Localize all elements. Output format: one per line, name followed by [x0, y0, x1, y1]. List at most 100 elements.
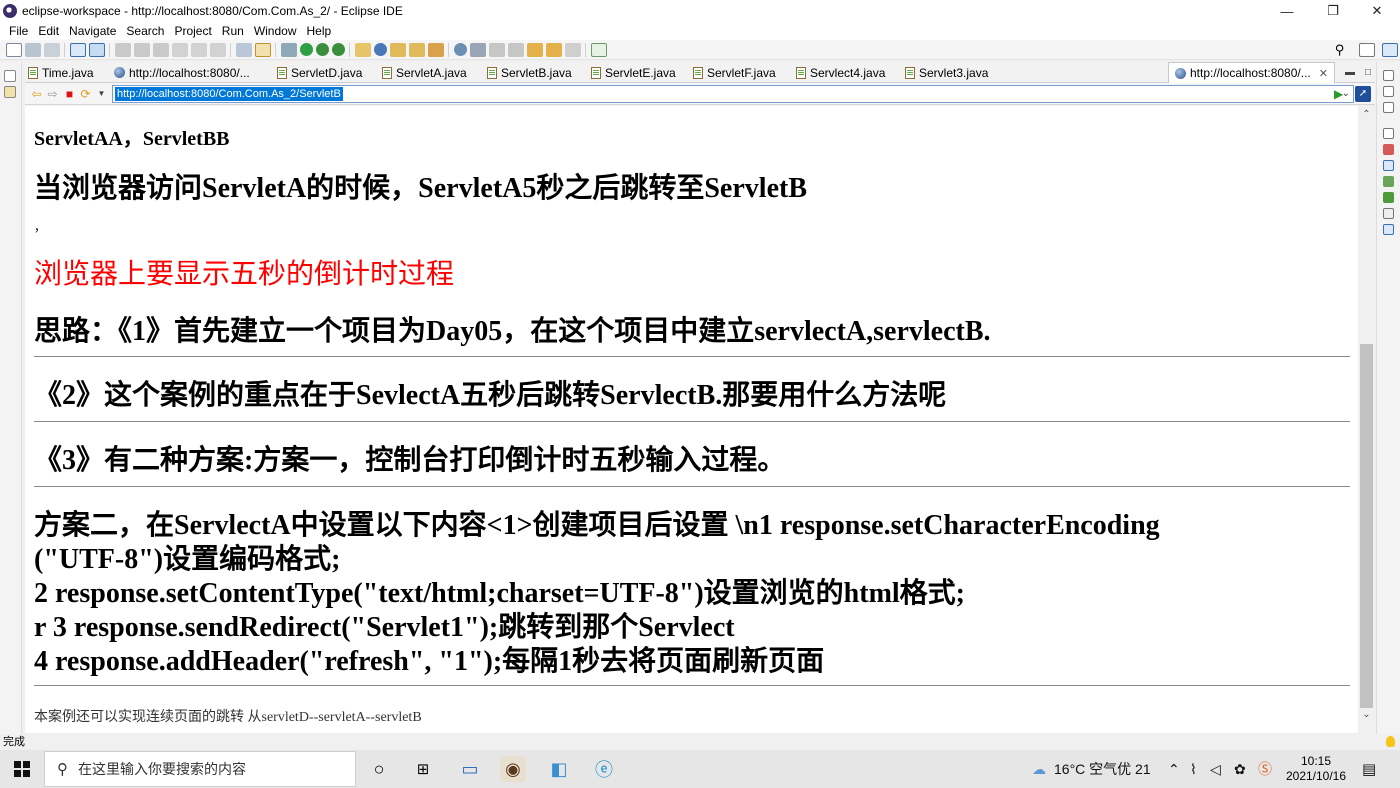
tab-servletf-java[interactable]: ServletF.java	[693, 62, 776, 83]
taskbar-search-input[interactable]: ⚲ 在这里输入你要搜索的内容	[44, 751, 356, 787]
task-view-icon[interactable]: ⊞	[410, 756, 436, 782]
tab-localhost-1[interactable]: http://localhost:8080/...	[114, 62, 250, 83]
open-type-icon[interactable]	[389, 42, 406, 57]
back-arrow-icon[interactable]: ⇦	[30, 88, 43, 100]
start-button[interactable]	[0, 750, 44, 788]
pin-editor-icon[interactable]	[469, 42, 486, 57]
coverage-icon[interactable]	[315, 43, 329, 56]
new-package-icon[interactable]	[354, 42, 371, 57]
tray-expand-icon[interactable]: ⌃	[1168, 750, 1180, 788]
save-all-icon[interactable]	[43, 42, 60, 57]
snippets-icon[interactable]	[1383, 208, 1394, 219]
system-clock[interactable]: 10:15 2021/10/16	[1276, 754, 1356, 784]
weather-widget[interactable]: ☁ 16°C 空气优 21	[1032, 750, 1151, 788]
debug-config-icon[interactable]	[280, 42, 297, 57]
open-task-icon[interactable]	[408, 42, 425, 57]
open-perspective-icon[interactable]	[1358, 43, 1375, 57]
package-explorer-icon[interactable]	[4, 86, 16, 98]
menu-edit[interactable]: Edit	[33, 24, 64, 38]
menu-search[interactable]: Search	[121, 24, 169, 38]
history-dropdown-icon[interactable]: ▼	[95, 88, 108, 100]
last-edit-location-icon[interactable]	[526, 42, 543, 57]
outline-view-icon[interactable]	[1383, 86, 1394, 97]
tab-servletb-java[interactable]: ServletB.java	[487, 62, 572, 83]
step-over-icon[interactable]	[190, 42, 207, 57]
task-list-icon[interactable]	[1383, 102, 1394, 113]
tab-servletd-java[interactable]: ServletD.java	[277, 62, 362, 83]
maximize-editor-icon[interactable]: □	[1361, 65, 1375, 79]
forward-arrow-icon[interactable]: ⇨	[46, 88, 59, 100]
toggle-mark-icon[interactable]	[254, 42, 271, 57]
menu-navigate[interactable]: Navigate	[64, 24, 121, 38]
skip-breakpoints-icon[interactable]	[88, 42, 105, 57]
vertical-scrollbar[interactable]: ⌃ ⌄	[1358, 106, 1375, 733]
scroll-down-icon[interactable]: ⌄	[1358, 706, 1375, 723]
save-icon[interactable]	[24, 42, 41, 57]
refresh-icon[interactable]: ⟳	[79, 88, 92, 100]
network-icon[interactable]: ⌇	[1190, 750, 1197, 788]
tab-localhost-active[interactable]: http://localhost:8080/... ✕	[1168, 62, 1335, 83]
menu-run[interactable]: Run	[217, 24, 249, 38]
toolbar-separator	[448, 42, 449, 57]
close-button[interactable]: ✕	[1354, 0, 1400, 22]
edge-browser-icon[interactable]: ⓔ	[591, 756, 617, 782]
notes-app-icon[interactable]: ◧	[546, 756, 572, 782]
external-tools-icon[interactable]	[331, 43, 345, 56]
next-annotation-icon[interactable]	[488, 42, 505, 57]
search-icon[interactable]	[427, 42, 444, 57]
back-icon[interactable]	[545, 42, 562, 57]
console-icon[interactable]	[1383, 224, 1394, 235]
new-icon[interactable]	[5, 42, 22, 57]
minimize-button[interactable]: —	[1264, 0, 1310, 22]
menu-help[interactable]: Help	[302, 24, 337, 38]
suspend-icon[interactable]	[133, 42, 150, 57]
markers-icon[interactable]	[1383, 144, 1394, 155]
forward-icon[interactable]	[564, 42, 581, 57]
tab-time-java[interactable]: Time.java	[28, 62, 94, 83]
go-icon[interactable]: ▶	[1334, 87, 1343, 101]
scroll-up-icon[interactable]: ⌃	[1358, 106, 1375, 123]
restore-view-icon[interactable]	[1383, 70, 1394, 81]
cortana-icon[interactable]: ○	[366, 756, 392, 782]
pc-app-icon[interactable]: ▭	[457, 756, 483, 782]
tab-servlect4-java[interactable]: Servlect4.java	[796, 62, 885, 83]
eclipse-taskbar-icon[interactable]: ◉	[500, 756, 526, 782]
wps-tray-icon[interactable]: Ⓢ	[1258, 750, 1272, 788]
maximize-button[interactable]: ❐	[1310, 0, 1356, 22]
previous-annotation-icon[interactable]	[507, 42, 524, 57]
restore-view-icon[interactable]	[1383, 128, 1394, 139]
minimize-editor-icon[interactable]: ▬	[1343, 65, 1357, 79]
servers-icon[interactable]	[1383, 176, 1394, 187]
step-return-icon[interactable]	[209, 42, 226, 57]
tab-servlete-java[interactable]: ServletE.java	[591, 62, 676, 83]
resume-icon[interactable]	[114, 42, 131, 57]
new-window-icon[interactable]	[590, 42, 607, 57]
app-tray-icon[interactable]: ✿	[1234, 750, 1246, 788]
menu-file[interactable]: File	[4, 24, 33, 38]
url-input[interactable]: http://localhost:8080/Com.Com.As_2/Servl…	[112, 85, 1354, 103]
open-web-browser-icon[interactable]	[453, 43, 467, 56]
run-icon[interactable]	[299, 43, 313, 56]
close-tab-icon[interactable]: ✕	[1319, 67, 1328, 80]
terminate-icon[interactable]	[152, 42, 169, 57]
tab-servleta-java[interactable]: ServletA.java	[382, 62, 467, 83]
tip-bulb-icon[interactable]	[1386, 736, 1395, 747]
properties-icon[interactable]	[1383, 160, 1394, 171]
menu-window[interactable]: Window	[249, 24, 302, 38]
restore-view-icon[interactable]	[4, 70, 16, 82]
open-external-browser-icon[interactable]: ➚	[1355, 86, 1371, 102]
menu-project[interactable]: Project	[169, 24, 216, 38]
notification-icon[interactable]: ▤	[1362, 750, 1376, 788]
stop-icon[interactable]: ■	[63, 88, 76, 100]
terminal-icon[interactable]	[69, 42, 86, 57]
volume-icon[interactable]: ◁	[1210, 750, 1221, 788]
outline-icon[interactable]	[235, 42, 252, 57]
scrollbar-thumb[interactable]	[1360, 344, 1373, 708]
data-source-icon[interactable]	[1383, 192, 1394, 203]
tab-servlet3-java[interactable]: Servlet3.java	[905, 62, 988, 83]
step-into-icon[interactable]	[171, 42, 188, 57]
footer-note: 本案例还可以实现连续页面的跳转 从servletD--servletA--ser…	[34, 710, 422, 725]
new-class-icon[interactable]	[373, 43, 387, 56]
quick-access-search-icon[interactable]: ⚲	[1332, 43, 1348, 57]
java-ee-perspective-icon[interactable]	[1381, 43, 1398, 57]
